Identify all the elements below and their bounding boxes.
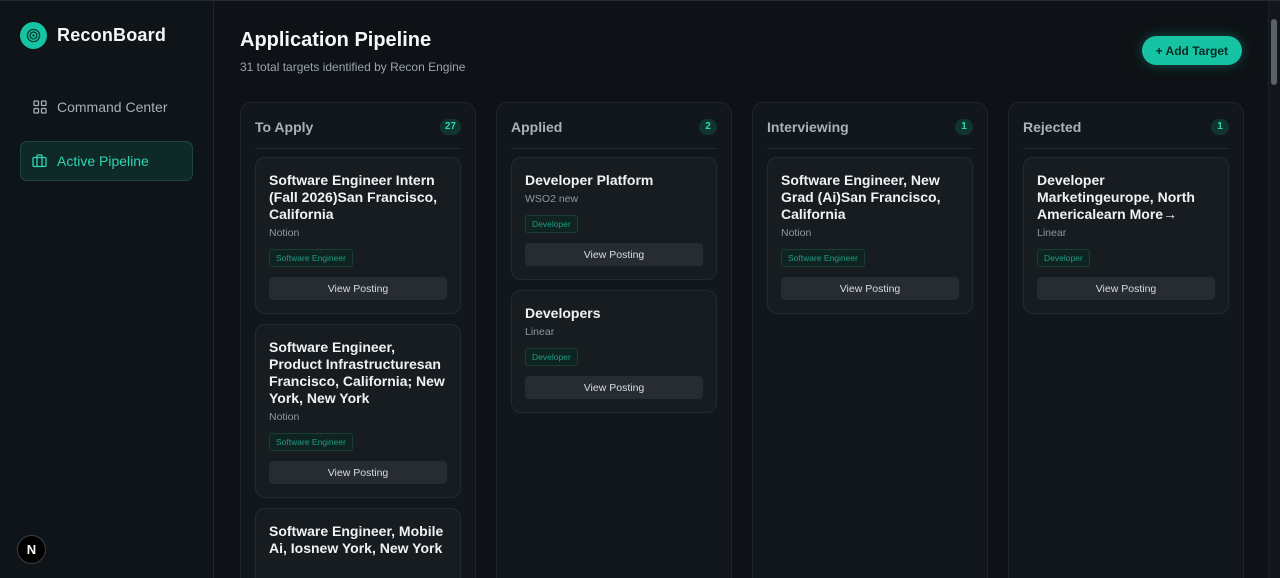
card-title: Software Engineer, Mobile Ai, Iosnew Yor…	[269, 523, 444, 556]
vertical-scrollbar[interactable]	[1268, 1, 1280, 578]
app-root: ReconBoard Command Center Active Pipelin…	[0, 0, 1280, 578]
target-logo-icon	[20, 21, 47, 49]
card-title: Software Engineer Intern (Fall 2026)San …	[269, 172, 438, 222]
column-header: Interviewing 1	[767, 103, 973, 149]
job-card[interactable]: Developer Platform WSO2 new Developer Vi…	[511, 157, 717, 280]
card-tag: Software Engineer	[269, 433, 353, 451]
column-count-badge: 2	[699, 118, 717, 135]
column-title: Interviewing	[767, 118, 849, 135]
job-card[interactable]: Software Engineer, Mobile Ai, Iosnew Yor…	[255, 508, 461, 578]
card-tag: Developer	[525, 215, 578, 233]
card-tag: Software Engineer	[781, 249, 865, 267]
job-card[interactable]: Developers Linear Developer View Posting	[511, 290, 717, 413]
sidebar-item-label: Command Center	[57, 99, 168, 115]
brand-name: ReconBoard	[57, 24, 167, 45]
sidebar: ReconBoard Command Center Active Pipelin…	[0, 1, 214, 578]
card-tag: Software Engineer	[269, 249, 353, 267]
column-header: Rejected 1	[1023, 103, 1229, 149]
card-company: Notion	[269, 411, 300, 423]
job-card[interactable]: Developer Marketingeurope, North America…	[1023, 157, 1229, 314]
view-posting-button[interactable]: View Posting	[269, 461, 447, 484]
kanban-board: To Apply 27 Software Engineer Intern (Fa…	[240, 102, 1280, 578]
column-title: Applied	[511, 118, 563, 135]
column-interviewing: Interviewing 1 Software Engineer, New Gr…	[752, 102, 988, 578]
page-subtitle: 31 total targets identified by Recon Eng…	[240, 60, 466, 74]
briefcase-icon	[32, 154, 47, 169]
view-posting-button[interactable]: View Posting	[269, 277, 447, 300]
column-title: To Apply	[255, 118, 314, 135]
column-count-badge: 27	[439, 118, 461, 135]
view-posting-button[interactable]: View Posting	[781, 277, 959, 300]
column-rejected: Rejected 1 Developer Marketingeurope, No…	[1008, 102, 1244, 578]
card-title: Software Engineer, New Grad (Ai)San Fran…	[781, 172, 941, 222]
page-title: Application Pipeline	[240, 29, 432, 51]
sidebar-item-label: Active Pipeline	[57, 153, 149, 169]
job-card[interactable]: Software Engineer, Product Infrastructur…	[255, 324, 461, 498]
grid-icon	[32, 100, 47, 115]
column-title: Rejected	[1023, 118, 1082, 135]
add-target-button[interactable]: + Add Target	[1141, 36, 1242, 65]
card-company: Notion	[781, 227, 812, 239]
column-applied: Applied 2 Developer Platform WSO2 new De…	[496, 102, 732, 578]
sidebar-nav: Command Center Active Pipeline	[0, 87, 213, 181]
job-card[interactable]: Software Engineer Intern (Fall 2026)San …	[255, 157, 461, 314]
card-title: Developer Marketingeurope, North America…	[1037, 172, 1195, 222]
column-to-apply: To Apply 27 Software Engineer Intern (Fa…	[240, 102, 476, 578]
card-title: Developer Platform	[525, 172, 654, 188]
view-posting-button[interactable]: View Posting	[1037, 277, 1215, 300]
card-title: Developers	[525, 305, 601, 321]
card-tag: Developer	[1037, 249, 1090, 267]
scrollbar-thumb[interactable]	[1271, 19, 1277, 85]
column-header: To Apply 27	[255, 103, 461, 149]
column-count-badge: 1	[1211, 118, 1229, 135]
column-count-badge: 1	[955, 118, 973, 135]
card-company: WSO2 new	[525, 193, 579, 205]
framework-badge[interactable]: N	[17, 535, 46, 564]
sidebar-item-active-pipeline[interactable]: Active Pipeline	[20, 141, 193, 181]
view-posting-button[interactable]: View Posting	[525, 376, 703, 399]
card-company: Linear	[525, 326, 555, 338]
card-company: Linear	[1037, 227, 1067, 239]
column-header: Applied 2	[511, 103, 717, 149]
sidebar-item-command-center[interactable]: Command Center	[20, 87, 193, 127]
view-posting-button[interactable]: View Posting	[525, 243, 703, 266]
card-tag: Developer	[525, 348, 578, 366]
brand[interactable]: ReconBoard	[0, 1, 213, 49]
card-title: Software Engineer, Product Infrastructur…	[269, 339, 445, 406]
main-content: Application Pipeline 31 total targets id…	[214, 1, 1280, 578]
job-card[interactable]: Software Engineer, New Grad (Ai)San Fran…	[767, 157, 973, 314]
card-company: Notion	[269, 227, 300, 239]
